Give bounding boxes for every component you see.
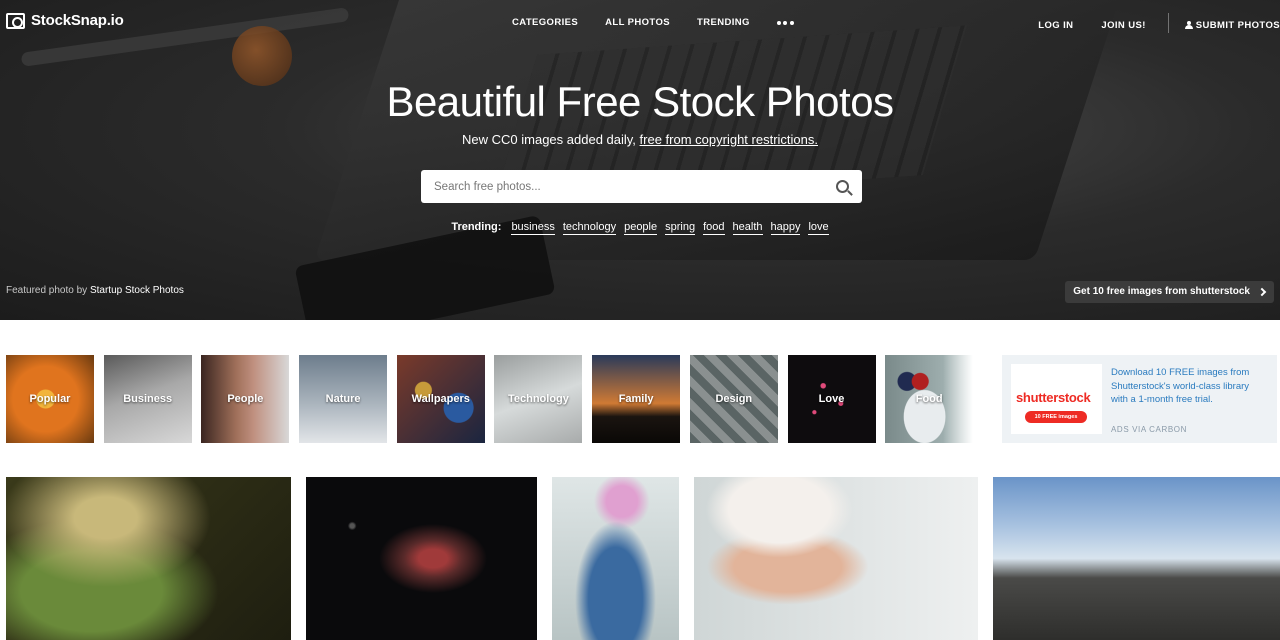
- user-icon: [1184, 21, 1193, 29]
- submit-photos-link[interactable]: SUBMIT PHOTOS: [1184, 19, 1280, 31]
- category-tiles: Popular Business People Nature Wallpaper…: [6, 355, 974, 443]
- search-icon[interactable]: [836, 180, 849, 193]
- site-logo[interactable]: StockSnap.io: [6, 12, 124, 29]
- logo-text: StockSnap.io: [31, 12, 124, 29]
- category-technology[interactable]: Technology: [494, 355, 583, 443]
- photo-landscape[interactable]: [993, 477, 1280, 640]
- trend-tag-spring[interactable]: spring: [665, 221, 696, 235]
- category-label: Food: [915, 393, 943, 405]
- featured-prefix: Featured photo by: [6, 285, 88, 296]
- photo-woman-towel[interactable]: [694, 477, 978, 640]
- hero-banner: StockSnap.io CATEGORIES ALL PHOTOS TREND…: [0, 0, 1280, 320]
- ad-via-carbon[interactable]: ADS VIA CARBON: [1111, 425, 1187, 434]
- ad-pill: 10 FREE images: [1025, 411, 1087, 423]
- trending-tags: Trending: business technology people spr…: [0, 221, 1280, 235]
- category-design[interactable]: Design: [689, 355, 778, 443]
- trend-tag-happy[interactable]: happy: [770, 221, 801, 235]
- category-label: People: [227, 393, 264, 405]
- category-label: Family: [618, 393, 654, 405]
- top-nav: StockSnap.io CATEGORIES ALL PHOTOS TREND…: [0, 0, 1280, 44]
- trending-label: Trending:: [451, 221, 502, 233]
- nav-all-photos[interactable]: ALL PHOTOS: [605, 17, 670, 28]
- category-wallpapers[interactable]: Wallpapers: [396, 355, 485, 443]
- featured-credit: Featured photo by Startup Stock Photos: [6, 285, 184, 296]
- nav-account-links: LOG IN JOIN US! SUBMIT PHOTOS: [1010, 13, 1280, 33]
- category-label: Popular: [29, 393, 71, 405]
- login-link[interactable]: LOG IN: [1038, 20, 1073, 31]
- trend-tag-food[interactable]: food: [703, 221, 725, 235]
- nav-divider: [1167, 13, 1169, 33]
- hero-title: Beautiful Free Stock Photos: [386, 78, 894, 125]
- category-fade: [943, 355, 974, 443]
- category-love[interactable]: Love: [787, 355, 876, 443]
- category-label: Business: [123, 393, 173, 405]
- chevron-right-icon: [1257, 287, 1267, 297]
- category-food[interactable]: Food: [885, 355, 974, 443]
- search-input[interactable]: [421, 170, 821, 203]
- category-popular[interactable]: Popular: [6, 355, 94, 443]
- shutterstock-wordmark: shutterstock: [1016, 390, 1091, 405]
- search-bar: [421, 170, 862, 203]
- shutterstock-ad-logo: shutterstock 10 FREE images: [1011, 364, 1102, 434]
- more-dots-icon[interactable]: [776, 20, 794, 25]
- nav-categories[interactable]: CATEGORIES: [512, 17, 578, 28]
- camera-logo-icon: [6, 12, 25, 29]
- trend-tag-health[interactable]: health: [732, 221, 763, 235]
- category-label: Technology: [507, 393, 569, 405]
- promo-label: Get 10 free images from shutterstock: [1073, 286, 1250, 297]
- hero-subtitle-text: New CC0 images added daily,: [462, 132, 640, 147]
- featured-author-link[interactable]: Startup Stock Photos: [90, 285, 184, 296]
- category-family[interactable]: Family: [592, 355, 681, 443]
- shutterstock-promo-button[interactable]: Get 10 free images from shutterstock: [1065, 281, 1274, 303]
- category-label: Nature: [325, 393, 361, 405]
- category-label: Wallpapers: [411, 393, 470, 405]
- photo-nebula[interactable]: [306, 477, 537, 640]
- photo-flowers-towel[interactable]: [552, 477, 679, 640]
- category-people[interactable]: People: [201, 355, 290, 443]
- nav-main-links: CATEGORIES ALL PHOTOS TRENDING: [512, 17, 794, 28]
- category-business[interactable]: Business: [103, 355, 192, 443]
- ad-text: Download 10 FREE images from Shutterstoc…: [1111, 367, 1250, 405]
- trend-tag-technology[interactable]: technology: [562, 221, 617, 235]
- copyright-link[interactable]: free from copyright restrictions.: [640, 132, 818, 147]
- trend-tag-business[interactable]: business: [511, 221, 555, 235]
- carbon-ad[interactable]: shutterstock 10 FREE images Download 10 …: [1002, 355, 1277, 443]
- trend-tag-people[interactable]: people: [624, 221, 658, 235]
- category-label: Love: [818, 393, 845, 405]
- nav-trending[interactable]: TRENDING: [697, 17, 750, 28]
- category-label: Design: [715, 393, 753, 405]
- photo-leaf-dew[interactable]: [6, 477, 291, 640]
- submit-photos-label: SUBMIT PHOTOS: [1195, 19, 1280, 31]
- join-link[interactable]: JOIN US!: [1101, 20, 1145, 31]
- trend-tag-love[interactable]: love: [808, 221, 829, 235]
- hero-subtitle: New CC0 images added daily, free from co…: [0, 132, 1280, 147]
- category-nature[interactable]: Nature: [299, 355, 388, 443]
